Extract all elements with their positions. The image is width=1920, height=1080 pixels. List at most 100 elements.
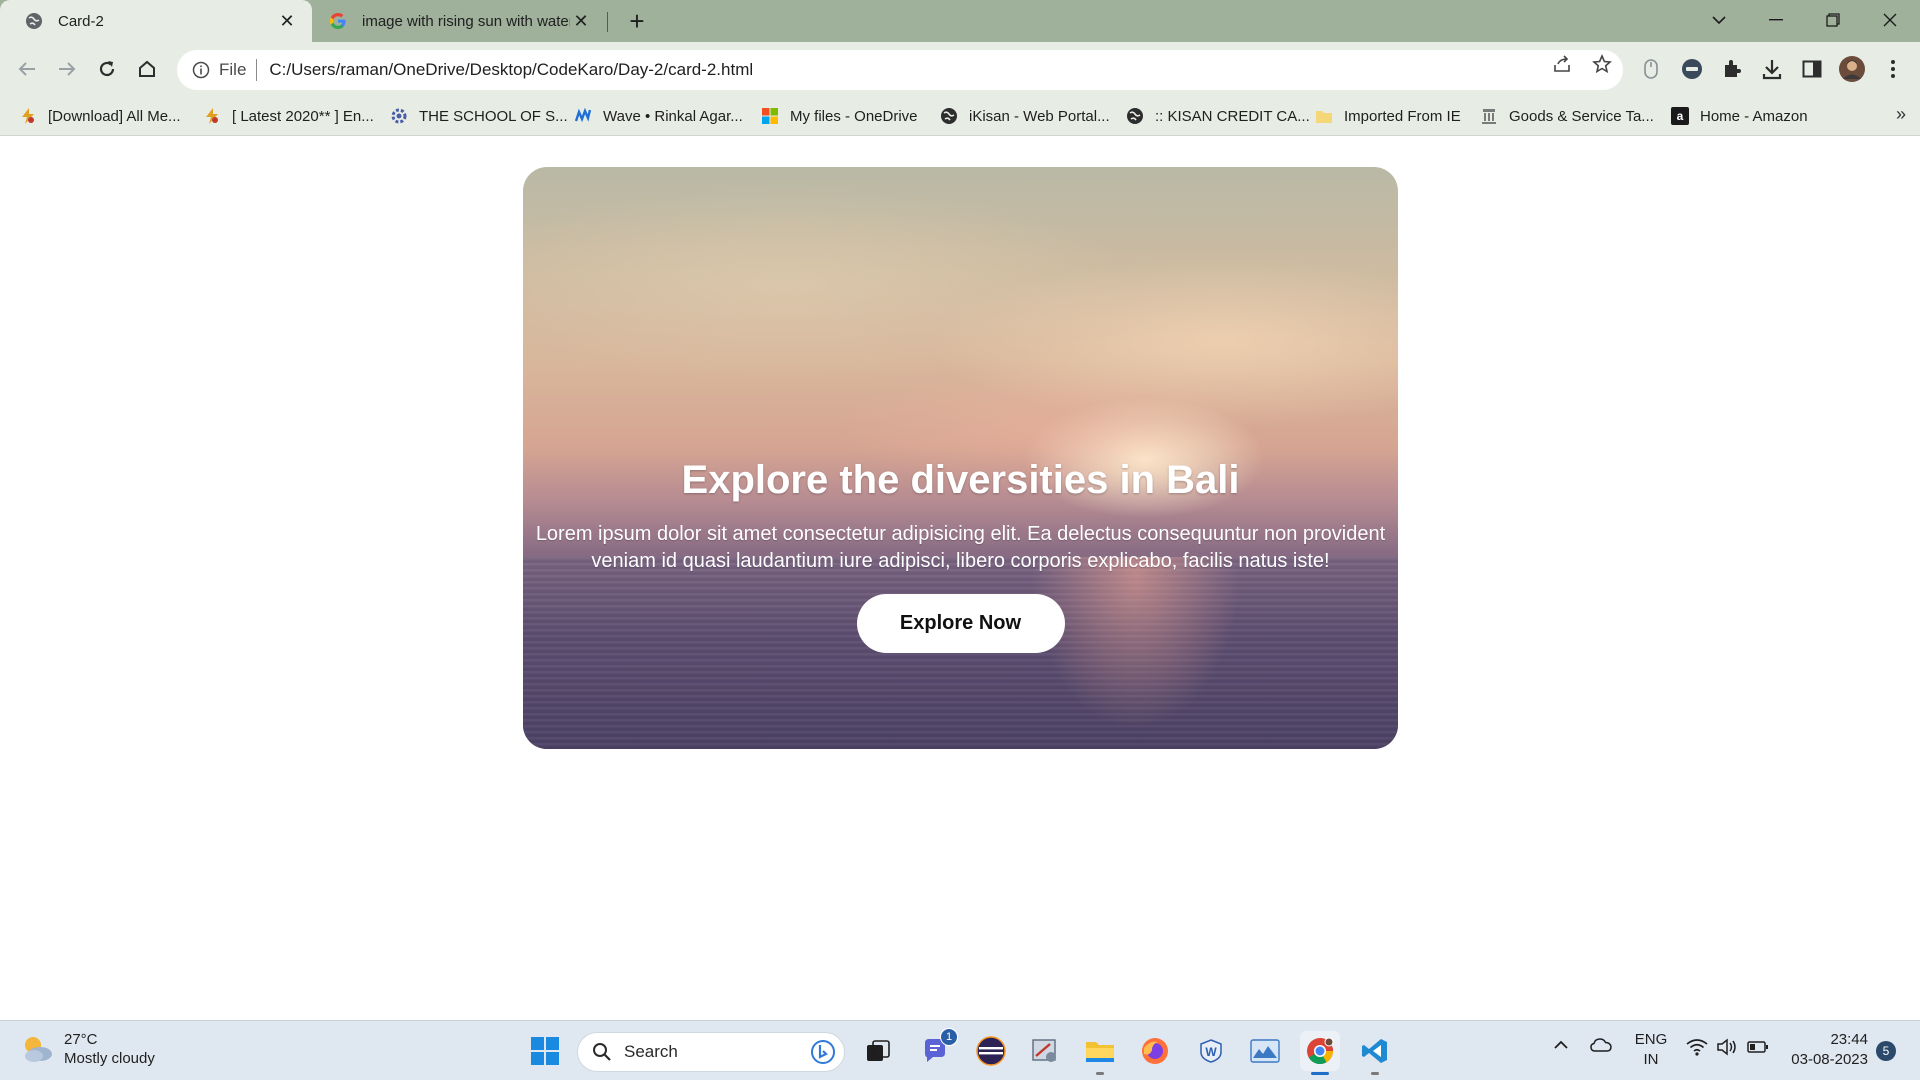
close-tab-icon[interactable]: ✕ xyxy=(276,10,298,32)
minimize-icon[interactable] xyxy=(1753,0,1799,40)
extension-web-icon[interactable] xyxy=(1679,56,1705,82)
tab-search-chevron-icon[interactable] xyxy=(1696,0,1742,40)
language-indicator[interactable]: ENG IN xyxy=(1633,1030,1669,1070)
bookmark-label: Wave • Rinkal Agar... xyxy=(603,107,743,125)
tab-divider xyxy=(607,12,608,32)
globe-icon xyxy=(24,11,44,31)
bing-icon[interactable] xyxy=(808,1037,838,1067)
bookmark-label: Imported From IE xyxy=(1344,107,1461,125)
taskbar-search[interactable]: Search xyxy=(577,1032,845,1072)
wave-icon xyxy=(573,106,593,126)
bookmark-label: [Download] All Me... xyxy=(48,107,181,125)
globe-icon xyxy=(1125,106,1145,126)
explore-now-button[interactable]: Explore Now xyxy=(856,594,1065,653)
card-content: Explore the diversities in Bali Lorem ip… xyxy=(523,167,1398,749)
browser-menu-icon[interactable] xyxy=(1880,56,1906,82)
bookmark-item[interactable]: a Home - Amazon xyxy=(1670,104,1808,128)
bookmark-item[interactable]: iKisan - Web Portal... xyxy=(939,104,1110,128)
bookmark-label: iKisan - Web Portal... xyxy=(969,107,1110,125)
download-icon[interactable] xyxy=(1759,56,1785,82)
share-icon[interactable] xyxy=(1550,52,1574,76)
chrome-icon[interactable] xyxy=(1300,1031,1340,1075)
bali-card: Explore the diversities in Bali Lorem ip… xyxy=(523,167,1398,749)
tab-title: image with rising sun with water xyxy=(362,12,570,30)
back-arrow-icon[interactable] xyxy=(10,52,44,86)
notification-count-badge[interactable]: 5 xyxy=(1876,1041,1896,1061)
wifi-icon[interactable] xyxy=(1686,1038,1708,1060)
tools-app-icon[interactable] xyxy=(1025,1031,1065,1071)
google-icon xyxy=(328,11,348,31)
system-clock[interactable]: 23:44 03-08-2023 xyxy=(1784,1030,1868,1070)
bookmark-item[interactable]: Goods & Service Ta... xyxy=(1479,104,1654,128)
bookmark-item[interactable]: :: KISAN CREDIT CA... xyxy=(1125,104,1310,128)
bolt-icon xyxy=(18,106,38,126)
file-explorer-icon[interactable] xyxy=(1080,1031,1120,1075)
svg-text:a: a xyxy=(1677,109,1684,123)
vscode-icon[interactable] xyxy=(1355,1031,1395,1075)
bookmarks-bar: [Download] All Me... [ Latest 2020** ] E… xyxy=(0,96,1920,136)
onedrive-cloud-icon[interactable] xyxy=(1590,1037,1612,1057)
bookmark-star-icon[interactable] xyxy=(1590,52,1614,76)
chat-badge: 1 xyxy=(940,1028,958,1046)
side-panel-icon[interactable] xyxy=(1799,56,1825,82)
firefox-icon[interactable] xyxy=(1135,1031,1175,1071)
card-description: Lorem ipsum dolor sit amet consectetur a… xyxy=(535,523,1386,572)
bookmark-label: [ Latest 2020** ] En... xyxy=(232,107,374,125)
tab-title: Card-2 xyxy=(58,12,104,30)
restore-icon[interactable] xyxy=(1810,0,1856,40)
volume-icon[interactable] xyxy=(1716,1038,1738,1060)
weather-description: Mostly cloudy xyxy=(64,1050,155,1067)
bookmark-item[interactable]: [Download] All Me... xyxy=(18,104,181,128)
address-url[interactable]: C:/Users/raman/OneDrive/Desktop/CodeKaro… xyxy=(269,60,1623,80)
close-window-icon[interactable] xyxy=(1867,0,1913,40)
gear-icon xyxy=(389,106,409,126)
close-tab-icon[interactable]: ✕ xyxy=(570,10,592,32)
windows-taskbar: 27°C Mostly cloudy Search 1 W ENG IN 23:… xyxy=(0,1020,1920,1080)
windows-start-icon[interactable] xyxy=(525,1031,565,1071)
tab-card-2[interactable]: Card-2 ✕ xyxy=(0,0,312,42)
extension-mouse-icon[interactable] xyxy=(1638,56,1664,82)
cloudy-weather-icon xyxy=(20,1032,54,1066)
bookmark-label: Home - Amazon xyxy=(1700,107,1808,125)
task-view-icon[interactable] xyxy=(858,1031,898,1071)
address-bar[interactable]: File C:/Users/raman/OneDrive/Desktop/Cod… xyxy=(177,50,1623,90)
teams-chat-icon[interactable]: 1 xyxy=(915,1028,958,1071)
forward-arrow-icon[interactable] xyxy=(50,52,84,86)
home-icon[interactable] xyxy=(130,52,164,86)
battery-icon[interactable] xyxy=(1747,1040,1769,1058)
running-indicator xyxy=(1371,1072,1379,1075)
bookmark-item[interactable]: Imported From IE xyxy=(1314,104,1461,128)
show-hidden-icons-chevron-icon[interactable] xyxy=(1553,1038,1569,1055)
folder-icon xyxy=(1314,106,1334,126)
bookmarks-overflow-button[interactable]: » xyxy=(1896,104,1906,125)
page-viewport: Explore the diversities in Bali Lorem ip… xyxy=(0,136,1920,1020)
bookmark-item[interactable]: THE SCHOOL OF S... xyxy=(389,104,568,128)
weather-widget[interactable]: 27°C Mostly cloudy xyxy=(20,1030,155,1068)
microsoft-icon xyxy=(760,106,780,126)
eclipse-ide-icon[interactable] xyxy=(971,1031,1011,1071)
profile-avatar-icon[interactable] xyxy=(1839,56,1865,82)
card-heading: Explore the diversities in Bali xyxy=(681,458,1240,502)
svg-text:W: W xyxy=(1205,1045,1217,1059)
globe-icon xyxy=(939,106,959,126)
extensions-puzzle-icon[interactable] xyxy=(1719,56,1745,82)
reload-icon[interactable] xyxy=(90,52,124,86)
new-tab-button[interactable]: + xyxy=(622,6,652,36)
bookmark-item[interactable]: Wave • Rinkal Agar... xyxy=(573,104,743,128)
clock-time: 23:44 xyxy=(1830,1031,1868,1048)
site-info-icon[interactable] xyxy=(191,60,211,80)
tab-image-search[interactable]: image with rising sun with water ✕ xyxy=(316,0,606,42)
bookmark-item[interactable]: My files - OneDrive xyxy=(760,104,918,128)
bolt-icon xyxy=(202,106,222,126)
photos-app-icon[interactable] xyxy=(1245,1031,1285,1071)
bookmark-label: Goods & Service Ta... xyxy=(1509,107,1654,125)
bookmark-label: My files - OneDrive xyxy=(790,107,918,125)
language-region: IN xyxy=(1643,1051,1659,1068)
running-indicator xyxy=(1096,1072,1104,1075)
browser-toolbar: File C:/Users/raman/OneDrive/Desktop/Cod… xyxy=(0,42,1920,96)
search-placeholder: Search xyxy=(624,1042,678,1061)
app-shield-icon[interactable]: W xyxy=(1191,1031,1231,1071)
clock-date: 03-08-2023 xyxy=(1791,1051,1868,1068)
bookmark-item[interactable]: [ Latest 2020** ] En... xyxy=(202,104,374,128)
amazon-icon: a xyxy=(1670,106,1690,126)
